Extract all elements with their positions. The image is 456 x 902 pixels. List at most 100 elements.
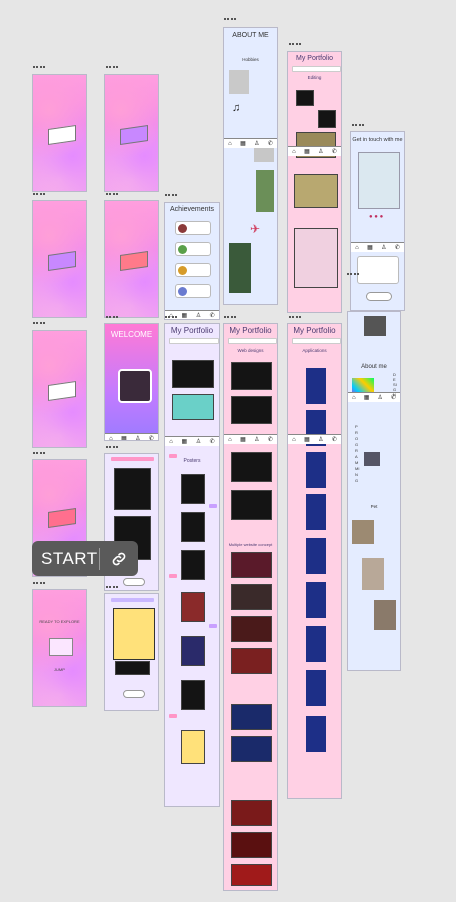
frame-handle[interactable] [224,316,236,321]
phone-icon[interactable]: ✆ [395,244,400,251]
grid-icon[interactable]: ▦ [304,436,310,443]
phone-icon[interactable]: ✆ [268,140,273,147]
user-icon[interactable]: ♙ [254,140,259,147]
home-icon[interactable]: ⌂ [292,149,296,155]
frame-handle[interactable] [347,273,359,278]
splash-frame-2[interactable] [32,200,87,318]
frame-handle[interactable] [106,586,118,591]
bottom-nav[interactable]: ⌂ ▦ ♙ ✆ [288,434,341,444]
message-field[interactable] [357,256,399,284]
back-button[interactable] [123,578,145,586]
about-alt-frame[interactable]: About me ⌂ ▦ ♙ ✆ DESIGN PROGRAMMING Pet [347,311,401,671]
portfolio-title: My Portfolio [229,326,272,335]
user-icon[interactable]: ♙ [318,436,323,443]
home-icon[interactable]: ⌂ [292,437,296,443]
frame-handle[interactable] [289,43,301,48]
phone-icon[interactable]: ✆ [332,148,337,155]
frame-handle[interactable] [289,316,301,321]
tabs-bar[interactable] [292,66,341,72]
pet-photo [374,600,396,630]
home-icon[interactable]: ⌂ [228,141,232,147]
portfolio-apps-frame[interactable]: My Portfolio Applications ⌂ ▦ ♙ ✆ [287,323,342,799]
editing-heading: Editing [307,75,322,80]
contact-frame[interactable]: Get in touch with me ● ● ● ⌂ ▦ ♙ ✆ [350,131,405,311]
grid-icon[interactable]: ▦ [240,140,246,147]
web-shot [231,832,272,858]
user-icon[interactable]: ♙ [135,435,140,440]
bottom-nav[interactable]: ⌂ ▦ ♙ ✆ [288,146,341,156]
link-icon[interactable] [100,550,138,568]
map-widget[interactable] [358,152,400,209]
phone-icon[interactable]: ✆ [332,436,337,443]
welcome-frame[interactable]: WELCOME ⌂ ▦ ♙ ✆ [104,323,159,441]
frame-handle[interactable] [33,452,45,457]
phone-icon[interactable]: ✆ [210,438,215,445]
phone-icon[interactable]: ✆ [149,435,154,440]
tabs-bar[interactable] [292,338,341,344]
splash-frame-7[interactable] [104,200,159,318]
home-icon[interactable]: ⌂ [169,439,173,445]
user-icon[interactable]: ♙ [377,394,382,401]
splash-frame-1[interactable] [32,74,87,192]
home-icon[interactable]: ⌂ [355,245,359,251]
frame-handle[interactable] [165,194,177,199]
start-prototype-control[interactable]: START [32,541,138,576]
user-icon[interactable]: ♙ [196,438,201,445]
achievements-frame[interactable]: Achievements ⌂ ▦ ♙ ✆ [164,202,220,320]
splash-frame-5[interactable]: READY TO EXPLORE JUMP [32,589,87,707]
bottom-nav[interactable]: ⌂ ▦ ♙ ✆ [105,433,158,441]
home-icon[interactable]: ⌂ [352,395,356,401]
grid-icon[interactable]: ▦ [367,244,373,251]
about-me-frame[interactable]: ABOUT ME Hobbies ♫ ✈ ⌂ ▦ ♙ ✆ [223,27,278,305]
send-button[interactable] [366,292,392,301]
grid-icon[interactable]: ▦ [181,312,187,319]
app-screen [306,670,326,706]
grid-icon[interactable]: ▦ [364,394,370,401]
bottom-nav[interactable]: ⌂ ▦ ♙ ✆ [224,138,277,148]
home-icon[interactable]: ⌂ [109,436,113,441]
frame-handle[interactable] [33,322,45,327]
frame-handle[interactable] [33,582,45,587]
splash-frame-6[interactable] [104,74,159,192]
bottom-nav[interactable]: ⌂ ▦ ♙ ✆ [351,242,404,252]
portfolio-editing-frame[interactable]: My Portfolio Editing ⌂ ▦ ♙ ✆ [287,51,342,313]
poster-thumb [181,592,205,622]
frame-handle[interactable] [106,193,118,198]
phone-icon[interactable]: ✆ [210,312,215,319]
frame-handle[interactable] [33,66,45,71]
frame-handle[interactable] [165,316,177,321]
user-icon[interactable]: ♙ [381,244,386,251]
phone-icon[interactable]: ✆ [268,436,273,443]
grid-icon[interactable]: ▦ [121,435,127,440]
concept-image [172,360,214,388]
bottom-nav[interactable]: ⌂ ▦ ♙ ✆ [165,436,219,446]
frame-handle[interactable] [352,124,364,129]
achievement-card [175,221,211,235]
home-icon[interactable]: ⌂ [228,437,232,443]
social-icons[interactable]: ● ● ● [369,214,383,220]
back-button[interactable] [123,690,145,698]
frame-handle[interactable] [106,66,118,71]
splash-frame-3[interactable] [32,330,87,448]
cube-icon [48,508,76,528]
bottom-nav[interactable]: ⌂ ▦ ♙ ✆ [224,434,277,444]
portfolio-web-frame[interactable]: My Portfolio Web designs ⌂ ▦ ♙ ✆ Multiple w… [223,323,278,891]
frame-handle[interactable] [106,446,118,451]
frame-handle[interactable] [106,316,118,321]
frame-handle[interactable] [33,193,45,198]
tabs-bar[interactable] [228,338,277,344]
grid-icon[interactable]: ▦ [304,148,310,155]
user-icon[interactable]: ♙ [196,312,201,319]
grid-icon[interactable]: ▦ [181,438,187,445]
user-icon[interactable]: ♙ [318,148,323,155]
start-button[interactable]: START [32,549,99,569]
user-icon[interactable]: ♙ [254,436,259,443]
welcome-title: WELCOME [110,330,153,339]
poster-frame-2[interactable] [104,593,159,711]
header-bar [111,457,154,461]
portfolio-concept-frame[interactable]: My Portfolio ⌂ ▦ ♙ ✆ Posters [164,323,220,807]
tabs-bar[interactable] [169,338,219,344]
grid-icon[interactable]: ▦ [240,436,246,443]
frame-handle[interactable] [224,18,236,23]
web-shot [231,362,272,390]
